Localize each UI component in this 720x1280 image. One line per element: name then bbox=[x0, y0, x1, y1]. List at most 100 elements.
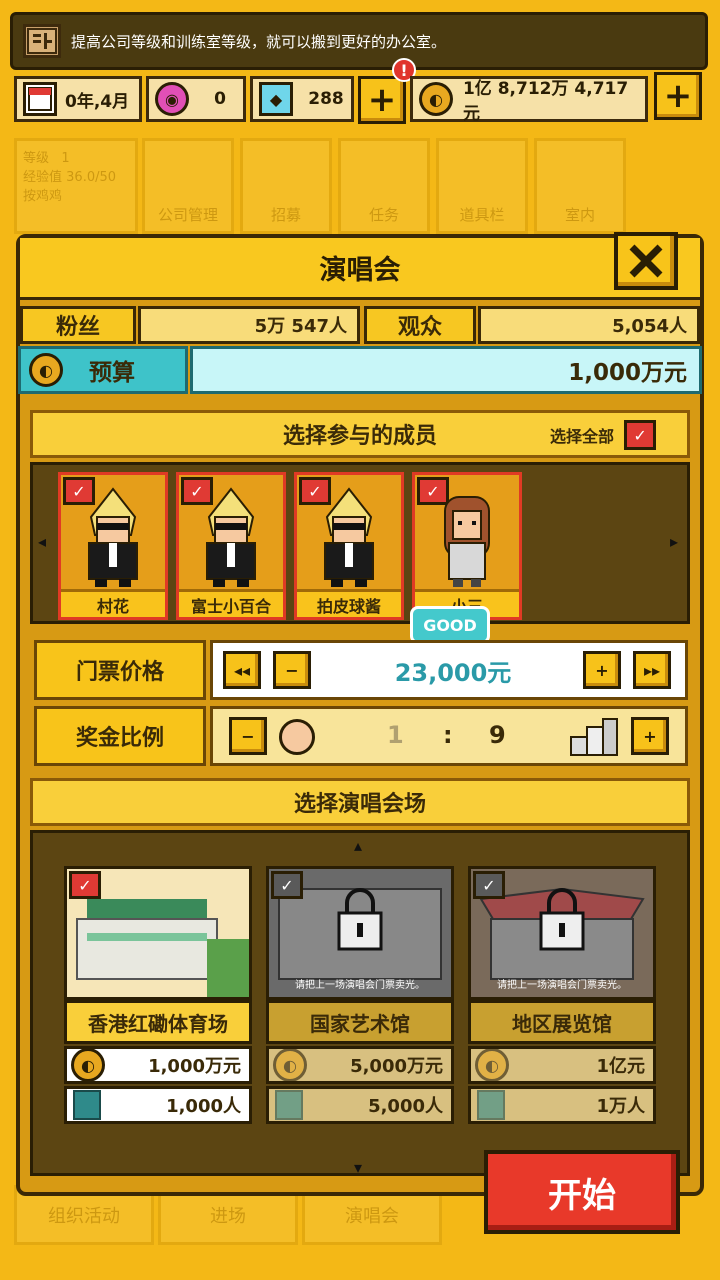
venue-name: 地区展览馆 bbox=[468, 1000, 656, 1044]
signboard-icon bbox=[23, 24, 61, 58]
budget-label: 预算 bbox=[89, 360, 135, 386]
person-icon bbox=[73, 1090, 101, 1120]
idol-portrait-icon bbox=[324, 487, 374, 587]
venue-name: 国家艺术馆 bbox=[266, 1000, 454, 1044]
scroll-down-arrow-icon[interactable]: ▾ bbox=[354, 1158, 362, 1177]
coin-icon: ◐ bbox=[273, 1048, 307, 1082]
money-text: 1亿 8,712万 4,717元 bbox=[462, 79, 629, 124]
member-name: 富士小百合 bbox=[179, 589, 283, 617]
budget-value: 1,000万元 bbox=[190, 346, 702, 394]
coin-icon: ◐ bbox=[475, 1048, 509, 1082]
audience-label: 观众 bbox=[364, 306, 476, 344]
checkbox-icon: ✓ bbox=[624, 420, 657, 450]
audience-value: 5,054人 bbox=[478, 306, 700, 344]
idol-portrait-icon bbox=[444, 496, 490, 587]
forward-fast-button[interactable]: ▸▸ bbox=[633, 651, 671, 689]
tip-bar: 提高公司等级和训练室等级，就可以搬到更好的办公室。 bbox=[10, 12, 708, 70]
member-card[interactable]: ✓ 富士小百合 bbox=[176, 472, 286, 620]
venue-cost-value: 1,000万元 bbox=[148, 1056, 241, 1077]
fans-label: 粉丝 bbox=[20, 306, 136, 344]
venue-card[interactable]: ✓ 请把上一场演唱会门票卖光。 地区展览馆 ◐ 1亿元 1万人 bbox=[468, 866, 656, 1126]
decrease-ratio-button[interactable]: − bbox=[229, 717, 267, 755]
close-button[interactable] bbox=[614, 232, 678, 290]
checkbox-icon: ✓ bbox=[473, 871, 505, 899]
bonus-ratio-label: 奖金比例 bbox=[34, 706, 206, 766]
venue-capacity: 1,000人 bbox=[64, 1086, 252, 1124]
venue-cost: ◐ 1亿元 bbox=[468, 1046, 656, 1084]
locked-venue-image: ✓ 请把上一场演唱会门票卖光。 bbox=[468, 866, 656, 1000]
bg-level-panel: 等级 1 经验值 36.0/50 按鸡鸡 bbox=[14, 138, 138, 234]
calendar-icon bbox=[23, 82, 57, 116]
buy-diamonds-button[interactable]: + bbox=[358, 76, 406, 124]
venue-cost: ◐ 5,000万元 bbox=[266, 1046, 454, 1084]
lock-note: 请把上一场演唱会门票卖光。 bbox=[497, 980, 627, 991]
dialog-title: 演唱会 bbox=[20, 238, 700, 300]
money-display: ◐ 1亿 8,712万 4,717元 bbox=[410, 76, 648, 124]
increase-price-button[interactable]: + bbox=[583, 651, 621, 689]
venue-name: 香港红磡体育场 bbox=[64, 1000, 252, 1044]
select-venue-header: 选择演唱会场 bbox=[30, 778, 690, 826]
date-text: 0年,4月 bbox=[65, 91, 130, 112]
rewind-fast-button[interactable]: ◂◂ bbox=[223, 651, 261, 689]
checkbox-icon: ✓ bbox=[69, 871, 101, 899]
bg-tile: 招募 bbox=[240, 138, 332, 234]
ticket-price-value: 23,000元 bbox=[394, 659, 512, 687]
gem-display: ◉ 0 bbox=[146, 76, 246, 122]
member-card[interactable]: ✓ 小三 bbox=[412, 472, 522, 620]
stadium-image: ✓ bbox=[64, 866, 252, 1000]
venue-card[interactable]: ✓ 香港红磡体育场 ◐ 1,000万元 1,000人 bbox=[64, 866, 252, 1126]
coin-icon: ◐ bbox=[71, 1048, 105, 1082]
bonus-ratio-row: − 1 : 9 + bbox=[210, 706, 688, 766]
coin-icon: ◐ bbox=[29, 353, 63, 387]
close-icon bbox=[629, 244, 663, 278]
person-icon bbox=[477, 1090, 505, 1120]
member-card[interactable]: ✓ 拍皮球酱 bbox=[294, 472, 404, 620]
gem-count: 0 bbox=[214, 89, 226, 109]
venue-capacity: 5,000人 bbox=[266, 1086, 454, 1124]
bonus-left-value: 1 bbox=[387, 721, 404, 749]
diamond-display: ◆ 288 bbox=[250, 76, 354, 122]
pink-gem-icon: ◉ bbox=[155, 82, 189, 116]
member-name: 村花 bbox=[61, 589, 165, 617]
scroll-up-arrow-icon[interactable]: ▴ bbox=[354, 836, 362, 855]
scroll-right-arrow-icon[interactable]: ▸ bbox=[670, 532, 678, 551]
start-button[interactable]: 开始 bbox=[484, 1150, 680, 1234]
venue-capacity-value: 5,000人 bbox=[368, 1096, 443, 1117]
decrease-price-button[interactable]: − bbox=[273, 651, 311, 689]
person-icon bbox=[275, 1090, 303, 1120]
select-members-title: 选择参与的成员 bbox=[282, 424, 437, 449]
venue-capacity: 1万人 bbox=[468, 1086, 656, 1124]
bg-tile: 任务 bbox=[338, 138, 430, 234]
diamond-count: 288 bbox=[308, 89, 344, 109]
select-all-toggle[interactable]: 选择全部 ✓ bbox=[550, 420, 657, 450]
bg-tile: 道具栏 bbox=[436, 138, 528, 234]
member-card[interactable]: ✓ 村花 bbox=[58, 472, 168, 620]
buy-money-button[interactable]: + bbox=[654, 72, 702, 120]
locked-venue-image: ✓ 请把上一场演唱会门票卖光。 bbox=[266, 866, 454, 1000]
lock-note: 请把上一场演唱会门票卖光。 bbox=[295, 980, 425, 991]
budget-label-box: ◐ 预算 bbox=[18, 346, 188, 394]
member-face-icon bbox=[279, 719, 315, 755]
good-badge: GOOD bbox=[410, 606, 490, 644]
member-name: 拍皮球酱 bbox=[297, 589, 401, 617]
bg-tile: 公司管理 bbox=[142, 138, 234, 234]
fans-value: 5万 547人 bbox=[138, 306, 360, 344]
tip-text: 提高公司等级和训练室等级，就可以搬到更好的办公室。 bbox=[71, 32, 447, 51]
checkbox-icon: ✓ bbox=[271, 871, 303, 899]
venue-capacity-value: 1,000人 bbox=[166, 1096, 241, 1117]
idol-portrait-icon bbox=[88, 487, 138, 587]
venue-capacity-value: 1万人 bbox=[596, 1096, 645, 1117]
venue-cost: ◐ 1,000万元 bbox=[64, 1046, 252, 1084]
increase-ratio-button[interactable]: + bbox=[631, 717, 669, 755]
date-display: 0年,4月 bbox=[14, 76, 142, 122]
ticket-price-row: ◂◂ − 23,000元 + ▸▸ bbox=[210, 640, 688, 700]
bonus-separator: : bbox=[443, 721, 453, 749]
venue-cost-value: 5,000万元 bbox=[350, 1056, 443, 1077]
select-all-label: 选择全部 bbox=[550, 427, 615, 446]
scroll-left-arrow-icon[interactable]: ◂ bbox=[38, 532, 46, 551]
idol-portrait-icon bbox=[206, 487, 256, 587]
venue-card[interactable]: ✓ 请把上一场演唱会门票卖光。 国家艺术馆 ◐ 5,000万元 5,000人 bbox=[266, 866, 454, 1126]
diamond-icon: ◆ bbox=[259, 82, 293, 116]
coin-icon: ◐ bbox=[419, 82, 453, 116]
bonus-right-value: 9 bbox=[489, 721, 506, 749]
